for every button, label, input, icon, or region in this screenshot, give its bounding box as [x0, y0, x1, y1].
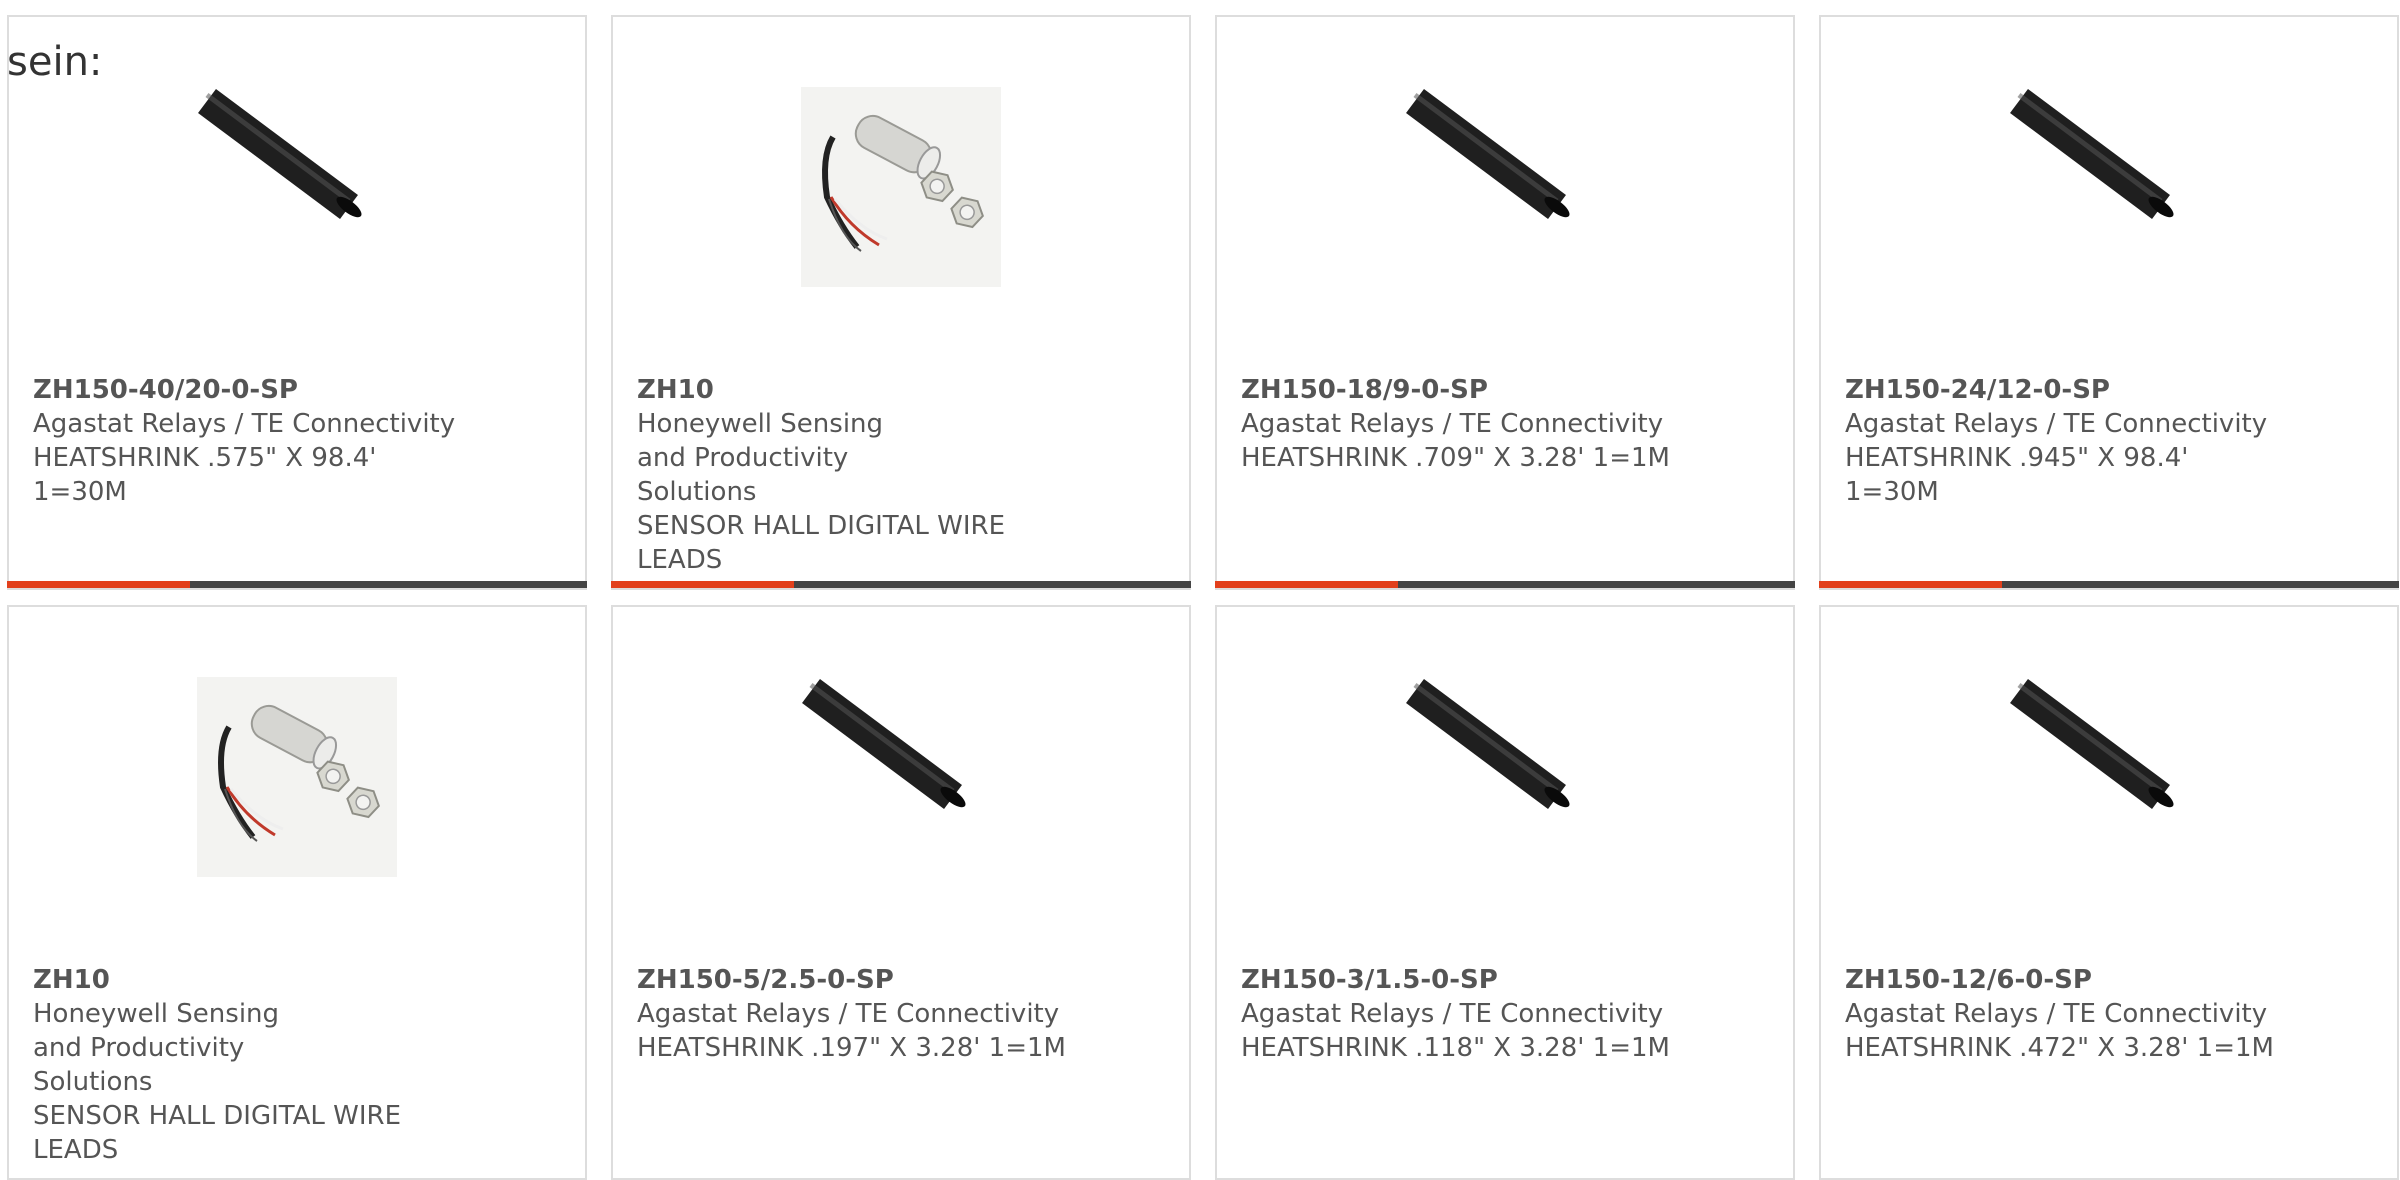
card-bottom-bar	[1215, 581, 1795, 588]
part-number-link[interactable]: ZH150-40/20-0-SP	[33, 373, 298, 407]
product-card[interactable]: ZH150-40/20-0-SP Agastat Relays / TE Con…	[7, 15, 587, 590]
intro-text: sein:	[7, 39, 103, 85]
manufacturer: Agastat Relays / TE Connectivity	[1241, 409, 1664, 439]
card-bottom-bar	[611, 581, 1191, 588]
manufacturer: Agastat Relays / TE Connectivity	[33, 409, 456, 439]
description: HEATSHRINK .472" X 3.28' 1=1M	[1845, 1033, 2274, 1063]
product-card[interactable]: ZH150-12/6-0-SP Agastat Relays / TE Conn…	[1819, 605, 2399, 1180]
product-info: ZH150-24/12-0-SP Agastat Relays / TE Con…	[1845, 373, 2373, 509]
product-image-heatshrink-tube[interactable]	[197, 87, 397, 287]
part-number-link[interactable]: ZH10	[33, 963, 110, 997]
card-accent-bar	[1819, 581, 2002, 588]
product-info: ZH150-3/1.5-0-SP Agastat Relays / TE Con…	[1241, 963, 1769, 1065]
description: SENSOR HALL DIGITAL WIRE LEADS	[637, 511, 1006, 575]
description: HEATSHRINK .118" X 3.28' 1=1M	[1241, 1033, 1670, 1063]
product-image-hall-sensor[interactable]	[801, 87, 1001, 287]
product-card[interactable]: ZH150-24/12-0-SP Agastat Relays / TE Con…	[1819, 15, 2399, 590]
manufacturer: Honeywell Sensing and Productivity Solut…	[33, 999, 280, 1097]
product-card[interactable]: ZH10 Honeywell Sensing and Productivity …	[611, 15, 1191, 590]
description: HEATSHRINK .197" X 3.28' 1=1M	[637, 1033, 1066, 1063]
part-number-link[interactable]: ZH150-12/6-0-SP	[1845, 963, 2092, 997]
product-card[interactable]: ZH150-3/1.5-0-SP Agastat Relays / TE Con…	[1215, 605, 1795, 1180]
product-info: ZH150-18/9-0-SP Agastat Relays / TE Conn…	[1241, 373, 1769, 475]
product-info: ZH150-12/6-0-SP Agastat Relays / TE Conn…	[1845, 963, 2373, 1065]
product-info: ZH150-5/2.5-0-SP Agastat Relays / TE Con…	[637, 963, 1165, 1065]
product-card[interactable]: ZH150-5/2.5-0-SP Agastat Relays / TE Con…	[611, 605, 1191, 1180]
part-number-link[interactable]: ZH150-18/9-0-SP	[1241, 373, 1488, 407]
card-accent-bar	[7, 581, 190, 588]
manufacturer: Agastat Relays / TE Connectivity	[637, 999, 1060, 1029]
part-number-link[interactable]: ZH150-3/1.5-0-SP	[1241, 963, 1498, 997]
card-accent-bar	[1215, 581, 1398, 588]
product-image-heatshrink-tube[interactable]	[2009, 87, 2209, 287]
product-image-heatshrink-tube[interactable]	[1405, 87, 1605, 287]
card-bottom-bar	[7, 581, 587, 588]
manufacturer: Honeywell Sensing and Productivity Solut…	[637, 409, 884, 507]
product-image-heatshrink-tube[interactable]	[801, 677, 1001, 877]
manufacturer: Agastat Relays / TE Connectivity	[1241, 999, 1664, 1029]
product-image-hall-sensor[interactable]	[197, 677, 397, 877]
product-info: ZH10 Honeywell Sensing and Productivity …	[33, 963, 561, 1167]
manufacturer: Agastat Relays / TE Connectivity	[1845, 999, 2268, 1029]
description: HEATSHRINK .709" X 3.28' 1=1M	[1241, 443, 1670, 473]
product-info: ZH150-40/20-0-SP Agastat Relays / TE Con…	[33, 373, 561, 509]
product-card[interactable]: ZH150-18/9-0-SP Agastat Relays / TE Conn…	[1215, 15, 1795, 590]
part-number-link[interactable]: ZH150-5/2.5-0-SP	[637, 963, 894, 997]
description: HEATSHRINK .945" X 98.4' 1=30M	[1845, 443, 2189, 507]
product-info: ZH10 Honeywell Sensing and Productivity …	[637, 373, 1165, 577]
card-bottom-bar	[1819, 581, 2399, 588]
card-accent-bar	[611, 581, 794, 588]
product-image-heatshrink-tube[interactable]	[2009, 677, 2209, 877]
description: HEATSHRINK .575" X 98.4' 1=30M	[33, 443, 377, 507]
product-card[interactable]: ZH10 Honeywell Sensing and Productivity …	[7, 605, 587, 1180]
part-number-link[interactable]: ZH10	[637, 373, 714, 407]
product-image-heatshrink-tube[interactable]	[1405, 677, 1605, 877]
part-number-link[interactable]: ZH150-24/12-0-SP	[1845, 373, 2110, 407]
manufacturer: Agastat Relays / TE Connectivity	[1845, 409, 2268, 439]
description: SENSOR HALL DIGITAL WIRE LEADS	[33, 1101, 402, 1165]
